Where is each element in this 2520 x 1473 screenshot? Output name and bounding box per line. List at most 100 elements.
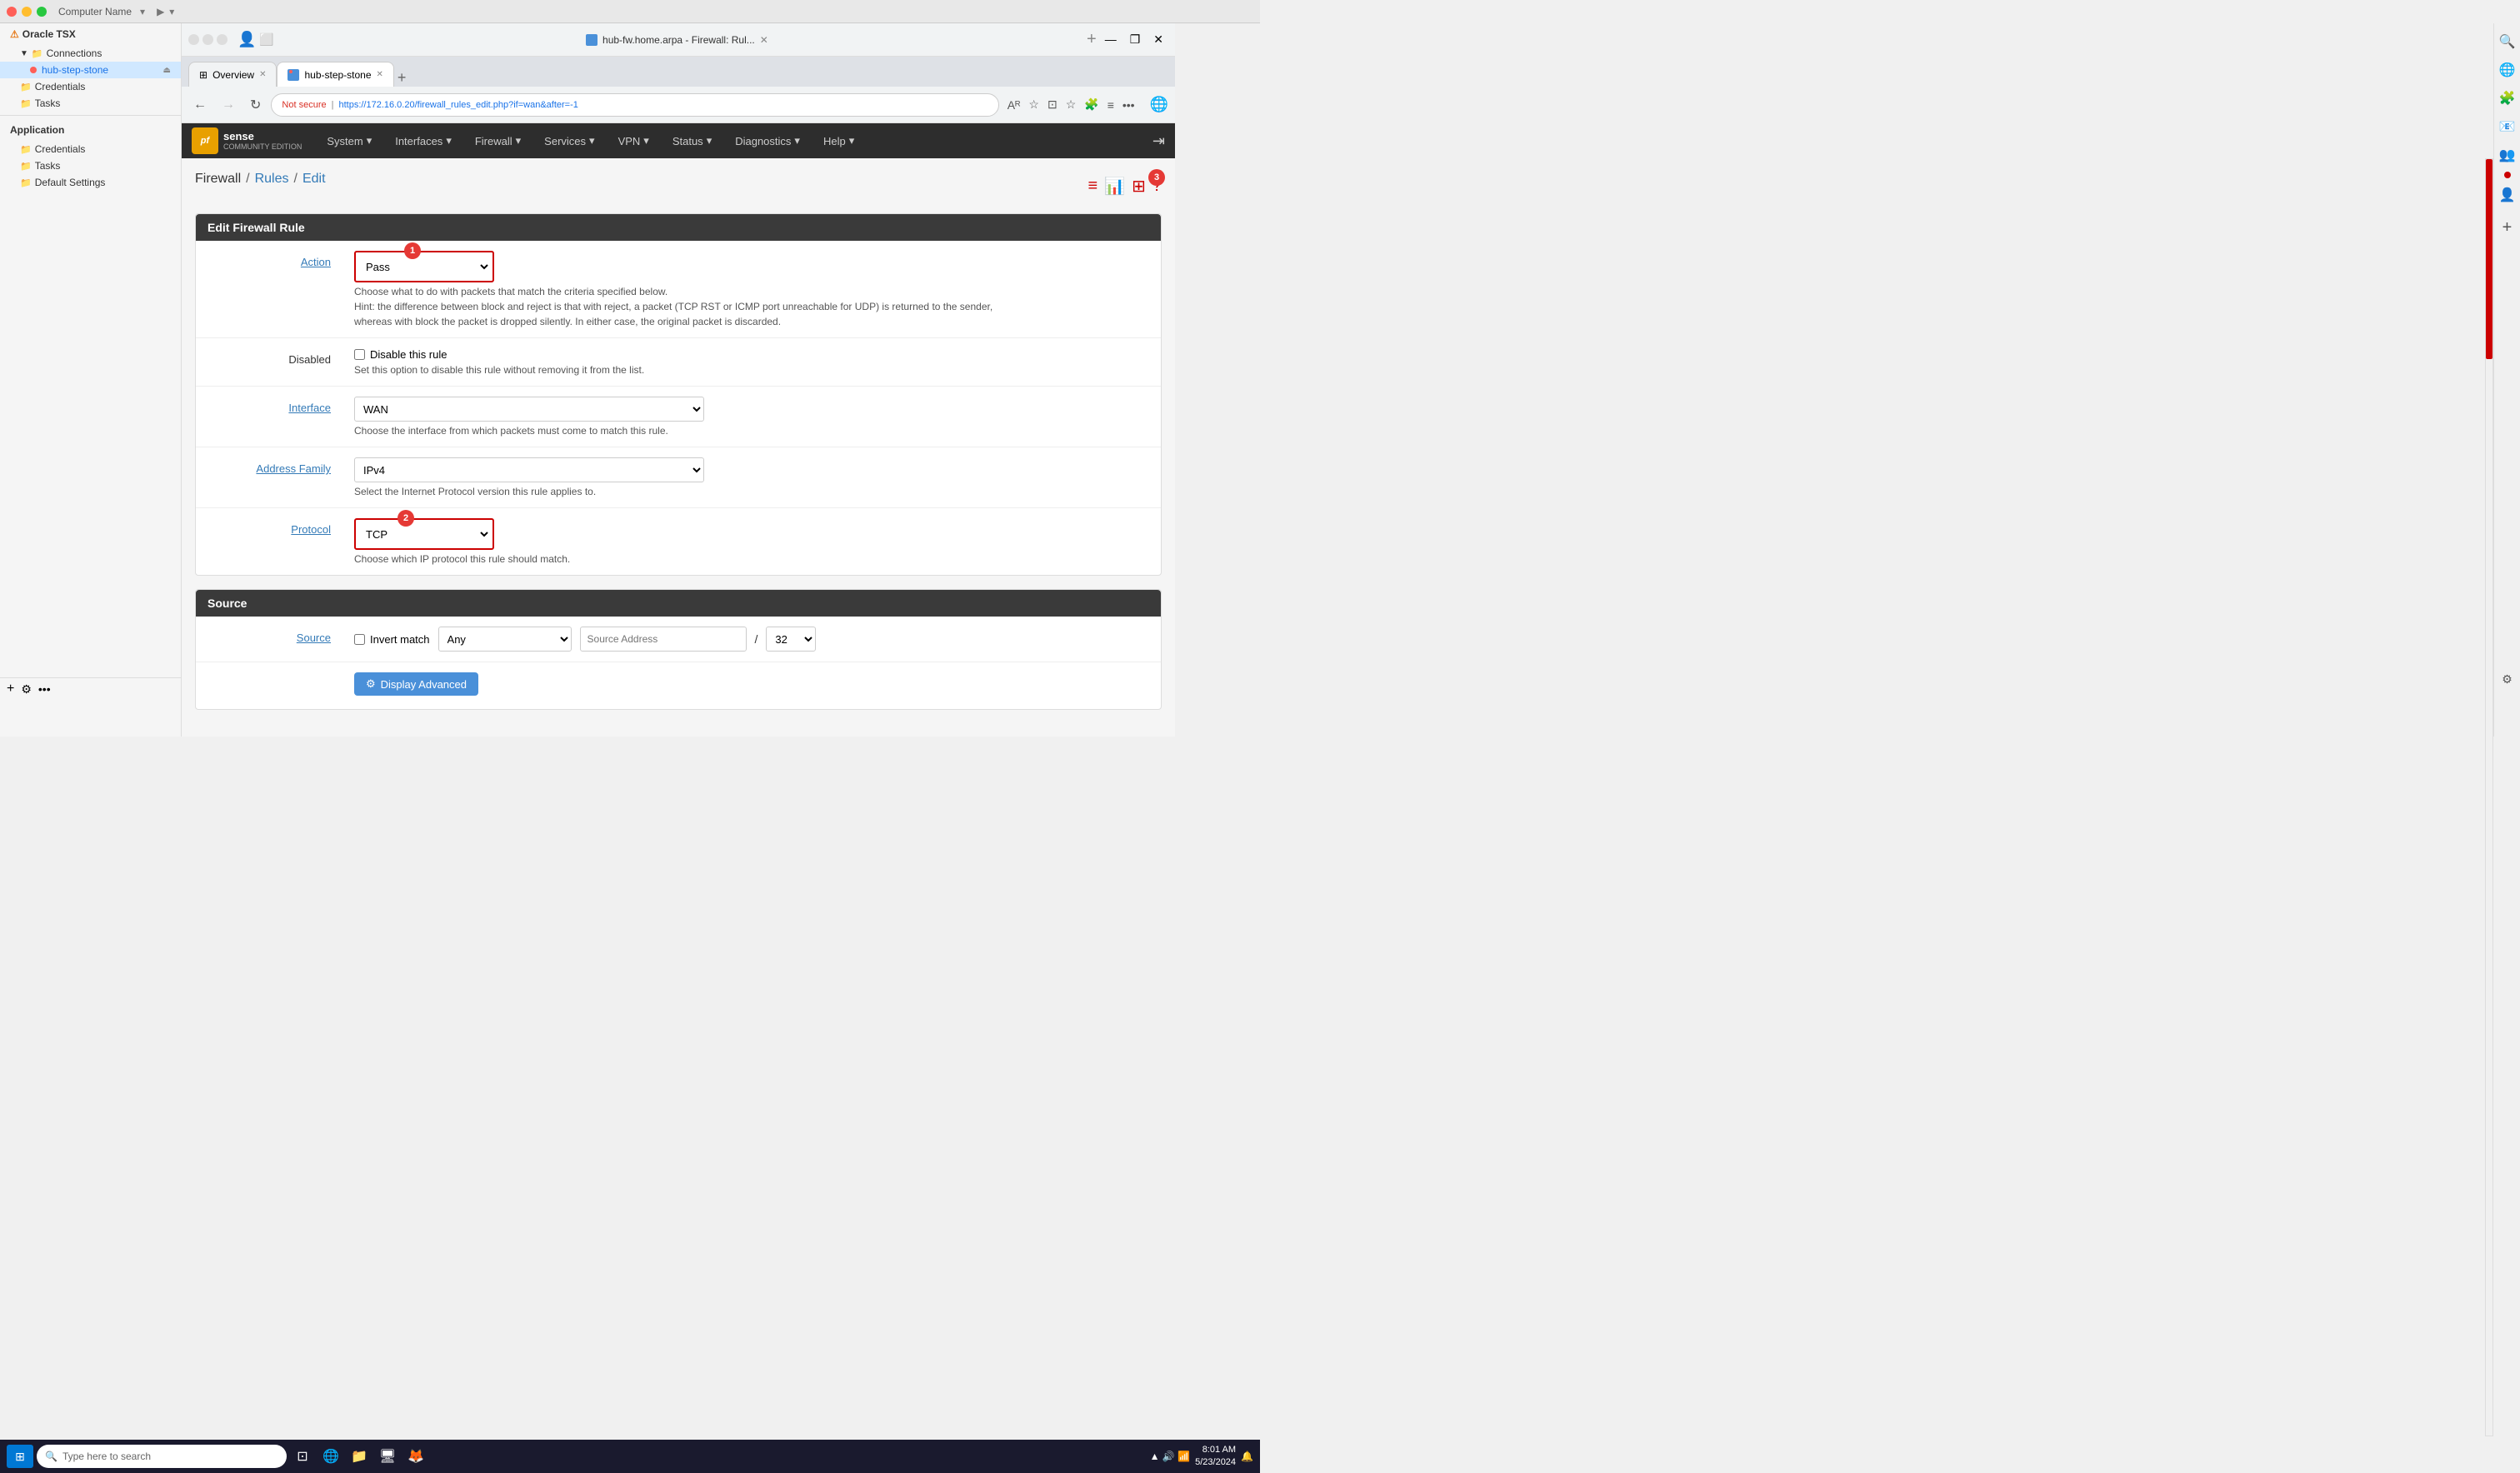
bc-edit[interactable]: Edit	[302, 172, 326, 187]
nav-firewall[interactable]: Firewall ▾	[467, 131, 529, 151]
nav-system[interactable]: System ▾	[318, 131, 380, 151]
taskbar-search-text: Type here to search	[62, 1451, 151, 1462]
nav-status[interactable]: Status ▾	[664, 131, 720, 151]
sidebar-item-credentials[interactable]: 📁 Credentials	[0, 78, 181, 95]
right-search-icon[interactable]: 🔍	[2496, 30, 2519, 53]
interface-link[interactable]: Interface	[288, 402, 331, 414]
restore-icon[interactable]: ❐	[1125, 31, 1146, 48]
invert-match-checkbox[interactable]	[354, 634, 365, 645]
right-person-icon[interactable]: 👤	[2496, 183, 2519, 207]
new-tab-btn[interactable]: +	[1087, 30, 1097, 49]
sidebar-app-default-settings[interactable]: 📁 Default Settings	[0, 174, 181, 191]
folder-icon: 📁	[32, 48, 43, 59]
source-panel: Source Source Invert match An	[195, 589, 1162, 710]
sidebar-item-connections[interactable]: ▼ 📁 Connections	[0, 45, 181, 62]
action-select-wrapper: Pass Block Reject	[354, 251, 494, 282]
back-btn[interactable]: ←	[188, 94, 212, 116]
mac-close-button[interactable]	[7, 7, 17, 17]
nav-vpn[interactable]: VPN ▾	[610, 131, 658, 151]
taskbar-task-view[interactable]: ⊡	[290, 1445, 315, 1468]
more-btn[interactable]: •••	[1119, 94, 1138, 115]
disabled-checkbox[interactable]	[354, 349, 365, 360]
interface-select[interactable]: WAN LAN	[354, 397, 704, 422]
right-settings-icon[interactable]: ⚙	[2502, 672, 2512, 687]
browser-close-tab[interactable]: ✕	[760, 34, 768, 46]
tab-hub-step-stone[interactable]: hub-step-stone ✕	[277, 62, 393, 87]
minimize-icon[interactable]: —	[1100, 31, 1122, 48]
edge-icon[interactable]: 🌐	[1150, 96, 1168, 113]
display-advanced-btn[interactable]: ⚙ Display Advanced	[354, 672, 478, 696]
close-icon[interactable]: ✕	[1148, 31, 1168, 48]
breadcrumb-row: Firewall / Rules / Edit 3 ≡ 📊 ⊞ ?	[195, 172, 1162, 200]
address-family-link[interactable]: Address Family	[256, 462, 331, 475]
sidebar-item-hub-step-stone[interactable]: hub-step-stone ⏏	[0, 62, 181, 78]
address-family-select[interactable]: IPv4 IPv6 IPv4+IPv6	[354, 457, 704, 482]
source-address-input[interactable]	[580, 627, 747, 652]
reader-view-btn[interactable]: Aᴿ	[1004, 94, 1024, 115]
bookmark-btn[interactable]: ☆	[1025, 94, 1042, 115]
right-teams-icon[interactable]: 👥	[2496, 143, 2519, 167]
settings-icon[interactable]: ⚙	[21, 682, 32, 697]
browser-max-btn[interactable]	[217, 34, 228, 45]
split-view-btn[interactable]: ⊡	[1044, 94, 1061, 115]
bc-rules[interactable]: Rules	[255, 172, 289, 187]
add-tab-btn[interactable]: +	[398, 69, 407, 87]
tab-overview[interactable]: ⊞ Overview ✕	[188, 62, 277, 87]
action-select[interactable]: Pass Block Reject	[358, 254, 491, 279]
taskbar-search-icon: 🔍	[45, 1451, 58, 1462]
sidebar-item-tasks[interactable]: 📁 Tasks	[0, 95, 181, 112]
collections-btn[interactable]: ≡	[1104, 94, 1118, 115]
table-icon[interactable]: ⊞	[1132, 176, 1146, 197]
sidebar-app-credentials[interactable]: 📁 Credentials	[0, 141, 181, 157]
pfsense-scroll-thumb[interactable]	[2486, 159, 2492, 359]
left-sidebar: ⚠ Oracle TSX ▼ 📁 Connections hub-step-st…	[0, 23, 182, 736]
right-add-icon[interactable]: +	[2502, 218, 2512, 237]
taskbar-explorer[interactable]: 📁	[347, 1445, 372, 1468]
chart-icon[interactable]: 📊	[1104, 176, 1125, 197]
browser-close-btn[interactable]	[188, 34, 199, 45]
play-dropdown-icon[interactable]: ▾	[169, 6, 174, 17]
nav-diagnostics[interactable]: Diagnostics ▾	[727, 131, 808, 151]
dropdown-icon[interactable]: ▾	[140, 6, 145, 17]
protocol-select[interactable]: TCP UDP Any	[358, 522, 491, 547]
right-outlook-icon[interactable]: 📧	[2496, 115, 2519, 138]
extensions-btn[interactable]: 🧩	[1081, 94, 1102, 115]
pfsense-scrollbar[interactable]	[2485, 158, 2493, 1436]
nav-help[interactable]: Help ▾	[815, 131, 862, 151]
protocol-link[interactable]: Protocol	[291, 523, 331, 536]
refresh-btn[interactable]: ↻	[245, 93, 266, 117]
nav-interfaces[interactable]: Interfaces ▾	[387, 131, 460, 151]
browser-min-btn[interactable]	[202, 34, 213, 45]
start-button[interactable]: ⊞	[7, 1445, 33, 1468]
play-icon[interactable]: ▶	[157, 6, 164, 17]
taskbar-terminal[interactable]: 🖥	[375, 1445, 400, 1468]
forward-btn[interactable]: →	[217, 94, 240, 116]
favorites-btn[interactable]: ☆	[1062, 94, 1080, 115]
computer-name-label: Computer Name	[58, 6, 132, 17]
eject-icon[interactable]: ⏏	[163, 66, 171, 75]
taskbar-notif[interactable]: 🔔	[1241, 1451, 1253, 1462]
address-bar[interactable]: Not secure | https://172.16.0.20/firewal…	[271, 93, 998, 117]
url-display[interactable]: https://172.16.0.20/firewall_rules_edit.…	[338, 100, 578, 110]
more-icon[interactable]: •••	[38, 682, 51, 696]
action-hint3: whereas with block the packet is dropped…	[354, 316, 1149, 327]
source-mask-select[interactable]: 32	[766, 627, 816, 652]
add-icon[interactable]: +	[7, 682, 14, 697]
mac-maximize-button[interactable]	[37, 7, 47, 17]
source-any-select[interactable]: Any	[438, 627, 572, 652]
filter-icon[interactable]: ≡	[1088, 177, 1098, 196]
nav-logout[interactable]: ⇥	[1152, 132, 1165, 150]
tab-overview-close[interactable]: ✕	[259, 70, 266, 79]
tab-hub-close[interactable]: ✕	[377, 70, 383, 79]
taskbar-app-icon[interactable]: 🦊	[403, 1445, 428, 1468]
taskbar-edge[interactable]: 🌐	[318, 1445, 343, 1468]
taskbar-search[interactable]: 🔍 Type here to search	[37, 1445, 287, 1468]
mac-minimize-button[interactable]	[22, 7, 32, 17]
right-puzzle-icon[interactable]: 🧩	[2496, 87, 2519, 110]
nav-services[interactable]: Services ▾	[536, 131, 602, 151]
sidebar-app-tasks[interactable]: 📁 Tasks	[0, 157, 181, 174]
action-link[interactable]: Action	[301, 256, 331, 268]
window-controls: — ❐ ✕	[1100, 31, 1168, 48]
source-link[interactable]: Source	[297, 632, 331, 644]
right-edge-icon[interactable]: 🌐	[2496, 58, 2519, 82]
